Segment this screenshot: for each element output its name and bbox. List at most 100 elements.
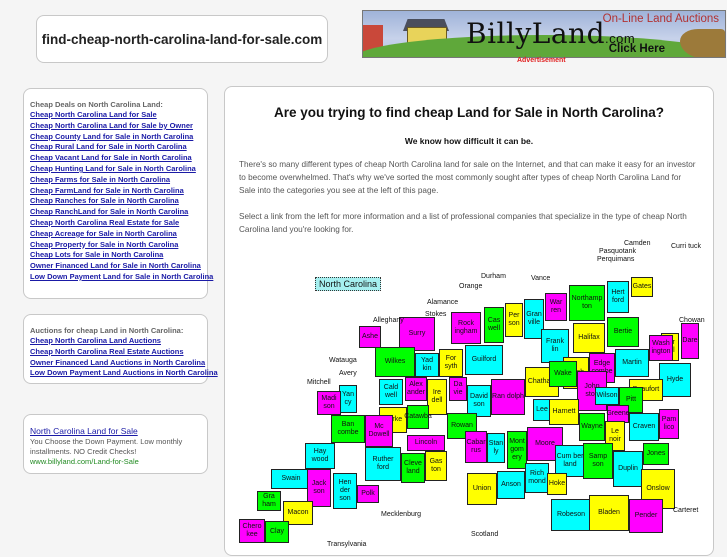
auctions-link[interactable]: Owner Financed Land Auctions in North Ca… [30,358,205,369]
county-cleve-land[interactable]: Cleve land [401,453,425,483]
callout-orange: Orange [459,283,483,290]
county-ran-dolph[interactable]: Ran dolph [491,379,525,415]
county-clay[interactable]: Clay [265,521,289,543]
county-per-son[interactable]: Per son [505,303,523,337]
advertisement-label: Advertisement [517,57,566,64]
deals-link[interactable]: Cheap Lots for Sale in North Carolina [30,250,201,261]
county-mc-dowell[interactable]: Mc Dowell [365,415,393,447]
county-swain[interactable]: Swain [271,469,311,489]
county-wilson[interactable]: Wilson [595,387,619,405]
county-bladen[interactable]: Bladen [589,495,629,531]
county-wayne[interactable]: Wayne [579,413,605,441]
deals-link[interactable]: Cheap FarmLand for Sale in North Carolin… [30,186,201,197]
county-union[interactable]: Union [467,473,497,505]
county-madi-son[interactable]: Madi son [317,391,341,415]
county-martin[interactable]: Martin [615,349,649,377]
ad-url[interactable]: www.billyland.com/Land-for-Sale [30,457,201,467]
callout-durham: Durham [481,273,506,280]
county-hen-der-son[interactable]: Hen der son [333,473,357,509]
county-hay-wood[interactable]: Hay wood [305,443,335,469]
county-ruther-ford[interactable]: Ruther ford [365,447,401,481]
county-polk[interactable]: Polk [357,485,379,503]
county-halifax[interactable]: Halifax [573,323,605,353]
auctions-link[interactable]: Cheap North Carolina Real Estate Auction… [30,347,201,358]
county-ban-combe[interactable]: Ban combe [331,415,365,443]
county-duplin[interactable]: Duplin [613,451,643,487]
county-ire-dell[interactable]: Ire dell [427,379,447,415]
deals-link[interactable]: Cheap Acreage for Sale in North Carolina [30,229,201,240]
county-harnett[interactable]: Harnett [549,399,579,425]
deals-link[interactable]: Cheap North Carolina Land for Sale by Ow… [30,121,201,132]
county-wake[interactable]: Wake [549,361,577,387]
deals-link[interactable]: Cheap RanchLand for Sale in North Caroli… [30,207,201,218]
county-war-ren[interactable]: War ren [545,293,567,321]
county-pender[interactable]: Pender [629,499,663,533]
deals-link[interactable]: Cheap Rural Land for Sale in North Carol… [30,142,201,153]
site-title: find-cheap-north-carolina-land-for-sale.… [41,31,323,47]
county-cabar-rus[interactable]: Cabar rus [465,431,487,463]
deals-link-list: Cheap North Carolina Land for Sale Cheap … [30,110,213,283]
county-mont-gom-ery[interactable]: Mont gom ery [507,431,527,469]
county-alex-ander[interactable]: Alex ander [405,377,427,401]
county-hoke[interactable]: Hoke [547,473,567,495]
county-wash-ington[interactable]: Wash ington [649,335,673,361]
auctions-link[interactable]: Cheap North Carolina Land Auctions [30,336,201,347]
callout-stokes: Stokes [425,311,447,318]
county-craven[interactable]: Craven [629,413,659,441]
county-ashe[interactable]: Ashe [359,326,381,348]
county-hert-ford[interactable]: Hert ford [607,281,629,313]
deals-link[interactable]: Cheap Farms for Sale in North Carolina [30,175,201,186]
county-rich-mond[interactable]: Rich mond [525,463,549,493]
county-gates[interactable]: Gates [631,277,653,297]
county-northamp-ton[interactable]: Northamp ton [569,285,605,321]
text-ad-panel: North Carolina Land for Sale You Choose … [23,414,208,474]
county-catawba[interactable]: Catawba [404,405,432,429]
county-for-syth[interactable]: For syth [439,349,463,377]
county-anson[interactable]: Anson [497,471,525,499]
callout-mecklenburg: Mecklenburg [381,511,422,518]
deals-link[interactable]: Cheap Property for Sale in North Carolin… [30,240,201,251]
callout-carteret: Carteret [673,507,699,514]
county-da-vie[interactable]: Da vie [449,377,467,401]
county-stan-ly[interactable]: Stan ly [487,433,505,463]
county-yad-kin[interactable]: Yad kin [415,353,439,377]
auctions-link[interactable]: Low Down Payment Land Auctions in North … [30,368,218,379]
county-hyde[interactable]: Hyde [659,363,691,397]
county-gra-ham[interactable]: Gra ham [257,491,281,511]
county-samp-son[interactable]: Samp son [583,443,613,479]
deals-link[interactable]: Low Down Payment Land for Sale in North … [30,272,213,283]
county-dare[interactable]: Dare [681,323,699,359]
county-cas-well[interactable]: Cas well [484,307,504,343]
billyland-banner-ad[interactable]: BillyLand.com On-Line Land Auctions Clic… [362,10,726,58]
intro-paragraph: There's so many different types of cheap… [239,160,696,195]
county-pam-lico[interactable]: Pam lico [659,409,679,439]
county-lincoln[interactable]: Lincoln [407,435,445,451]
main-subheading: We know how difficult it can be. [404,136,534,146]
deals-link[interactable]: Cheap Vacant Land for Sale in North Caro… [30,153,201,164]
ad-title-link[interactable]: North Carolina Land for Sale [30,425,201,437]
main-heading: Are you trying to find cheap Land for Sa… [273,105,665,120]
county-bertie[interactable]: Bertie [607,317,639,347]
deals-link[interactable]: Cheap County Land for Sale in North Caro… [30,132,201,143]
county-yan-cy[interactable]: Yan cy [339,385,357,413]
county-gas-ton[interactable]: Gas ton [425,451,447,481]
county-jones[interactable]: Jones [643,443,669,465]
deals-link[interactable]: Cheap North Carolina Land for Sale [30,110,201,121]
map-title: North Carolina [315,277,382,291]
county-rock-ingham[interactable]: Rock ingham [451,312,481,344]
deals-link[interactable]: Cheap Hunting Land for Sale in North Car… [30,164,201,175]
county-surry[interactable]: Surry [399,317,435,351]
deals-link[interactable]: Cheap North Carolina Real Estate for Sal… [30,218,201,229]
deals-link[interactable]: Owner Financed Land for Sale in North Ca… [30,261,201,272]
county-cald-well[interactable]: Cald well [379,379,403,405]
banner-click-here[interactable]: Click Here [609,43,665,55]
county-guilford[interactable]: Guilford [465,345,503,375]
callout-avery: Avery [339,370,357,377]
county-robeson[interactable]: Robeson [551,499,591,531]
north-carolina-county-map[interactable]: North Carolina Ashe Surry Rock ingham Cas w… [229,237,713,557]
deals-link[interactable]: Cheap Ranches for Sale in North Carolina [30,196,201,207]
callout-curri-tuck: Curri tuck [671,243,701,250]
county-wilkes[interactable]: Wilkes [375,347,415,377]
county-chero-kee[interactable]: Chero kee [239,519,265,543]
auctions-link-list: Cheap North Carolina Land Auctions Cheap … [30,336,218,379]
